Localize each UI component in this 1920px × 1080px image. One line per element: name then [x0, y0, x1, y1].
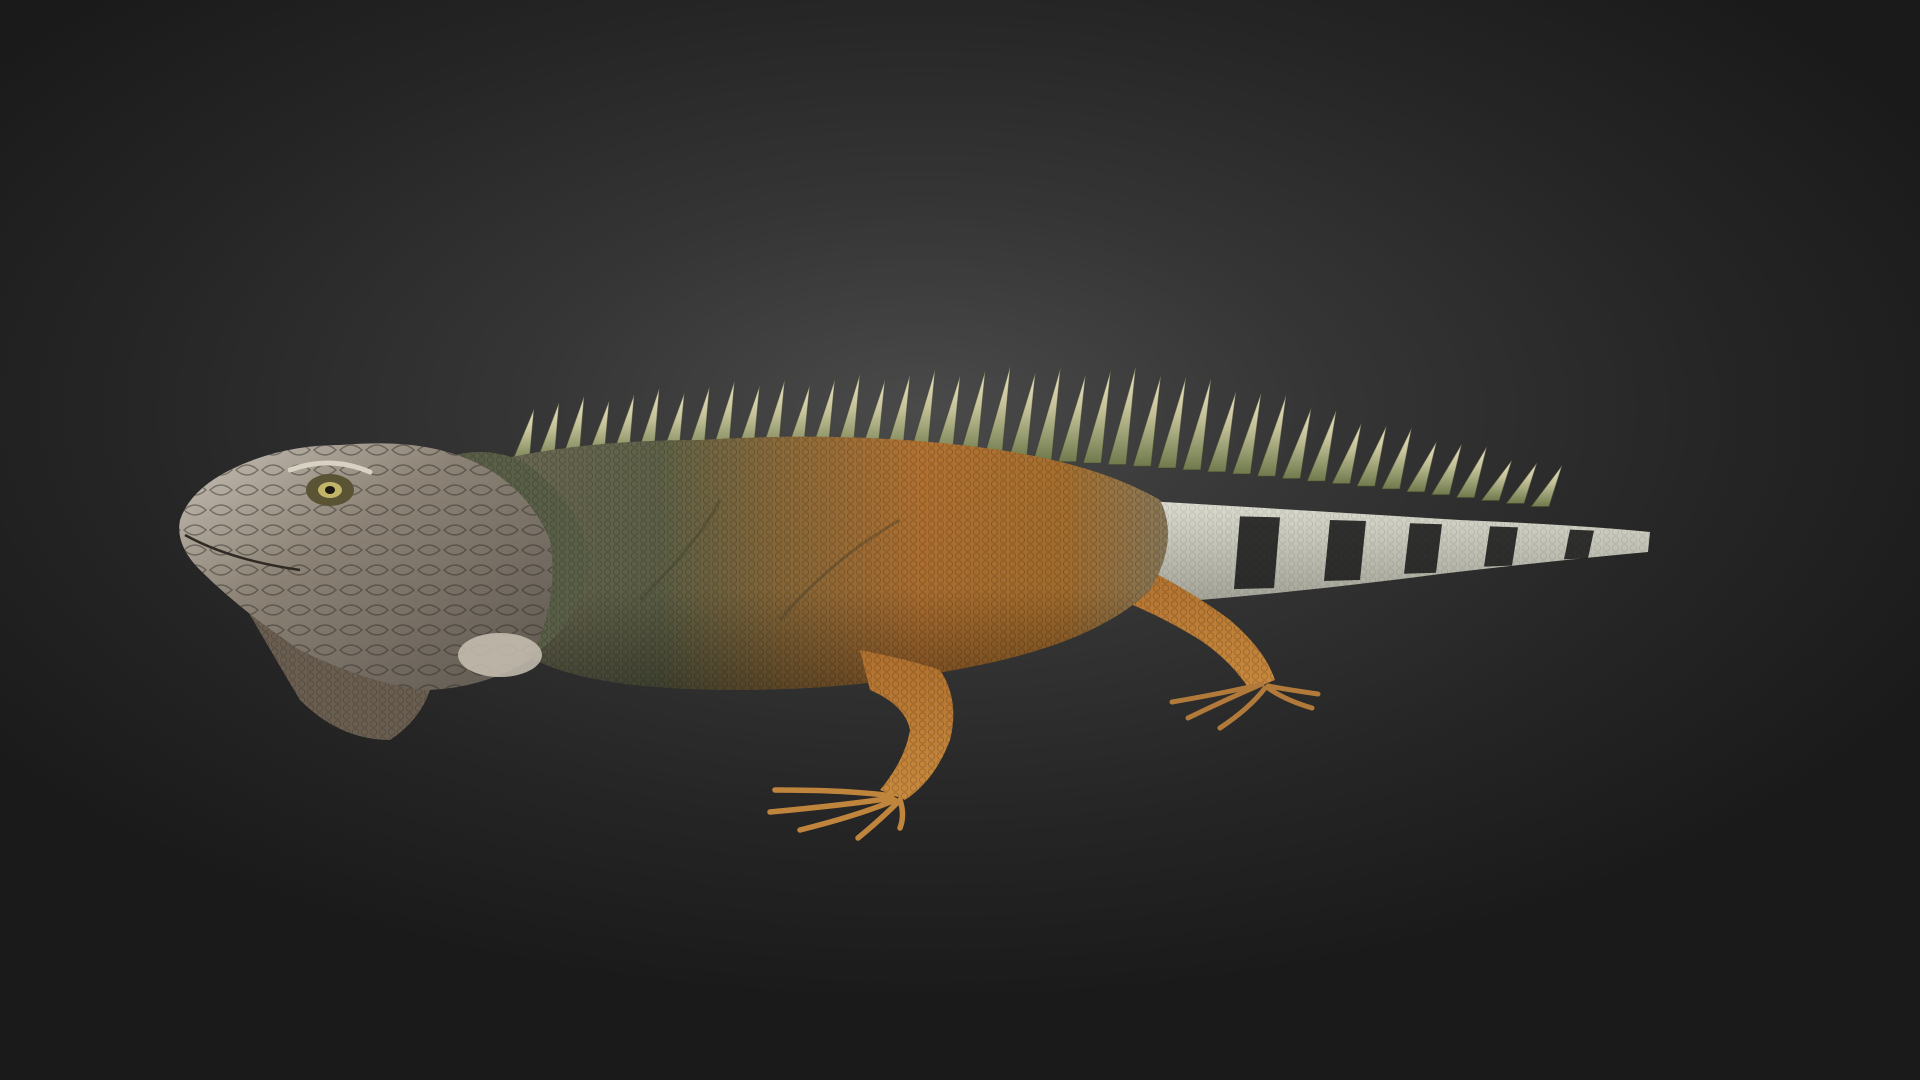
dorsal-spike — [1032, 367, 1062, 462]
model-viewer-canvas[interactable] — [0, 0, 1920, 1080]
iguana-head — [179, 443, 553, 690]
dorsal-spike — [1306, 409, 1337, 482]
dorsal-spike — [1281, 407, 1312, 480]
dorsal-spike — [1007, 372, 1036, 461]
dorsal-spike — [1082, 370, 1112, 464]
dorsal-spike — [1405, 441, 1438, 493]
dorsal-spike — [1480, 459, 1513, 502]
iguana-subtympanic-shield — [458, 633, 542, 677]
dorsal-spike — [1356, 425, 1387, 487]
dorsal-spike — [1157, 376, 1187, 469]
dorsal-spike — [1455, 446, 1488, 499]
dorsal-spike — [1057, 374, 1087, 463]
dorsal-spike — [1529, 465, 1563, 508]
dorsal-spike — [1107, 366, 1137, 466]
dorsal-spike — [958, 370, 986, 459]
dorsal-spike — [1256, 394, 1287, 477]
dorsal-spike — [1206, 391, 1237, 473]
dorsal-spike — [1132, 375, 1162, 467]
dorsal-spike — [1380, 427, 1413, 490]
dorsal-spike — [1231, 392, 1262, 475]
dorsal-spike — [1331, 423, 1362, 485]
dorsal-spike — [1505, 462, 1538, 505]
dorsal-spike — [1182, 378, 1212, 471]
dorsal-spike — [983, 365, 1011, 460]
dorsal-spike — [1430, 443, 1463, 496]
iguana-tail — [1130, 500, 1650, 600]
iguana-model[interactable] — [0, 0, 1920, 1080]
